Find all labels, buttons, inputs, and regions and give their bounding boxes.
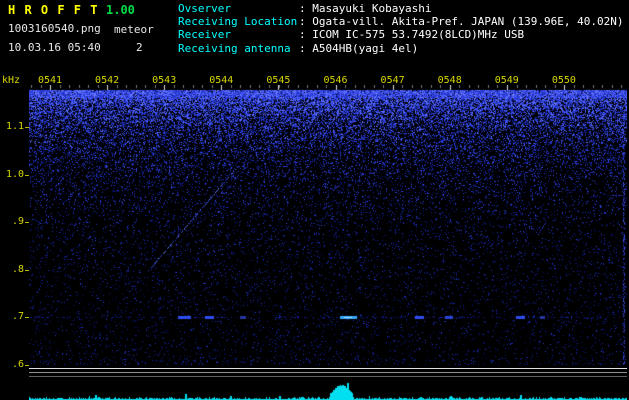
observation-datetime: 10.03.16 05:40 — [8, 41, 101, 54]
station-info-label: Ovserver — [178, 2, 231, 15]
station-info-row: Ovserver : Masayuki Kobayashi — [178, 2, 624, 15]
amplitude-canvas — [29, 381, 627, 400]
station-info: Ovserver : Masayuki Kobayashi Receiving Lo… — [178, 2, 624, 55]
freq-label: .6 — [11, 359, 24, 370]
freq-label: .7 — [11, 311, 24, 323]
station-info-value: : ICOM IC-575 53.7492(8LCD)MHz USB — [299, 28, 525, 42]
station-info-label: Receiving Location — [178, 15, 298, 29]
freq-label: .8 — [11, 263, 24, 275]
station-info-value: : A504HB(yagi 4el) — [299, 41, 419, 55]
app-title: H R O F F T — [8, 3, 99, 17]
station-info-label: Receiver — [178, 28, 231, 42]
hrofft-output: H R O F F T 1.00 1003160540.png meteor 1… — [0, 0, 629, 400]
freq-axis-unit: kHz — [2, 75, 21, 86]
freq-label: 1.1 — [5, 121, 24, 132]
long-echo-line — [29, 376, 627, 377]
freq-label: 1.0 — [5, 168, 24, 180]
app-version: 1.00 — [106, 3, 135, 17]
long-echo-strip — [29, 366, 627, 381]
spectrogram-canvas — [29, 85, 627, 365]
station-info-value: : Ogata-vill. Akita-Pref. JAPAN (139.96E… — [299, 15, 624, 29]
echo-count: 2 — [136, 41, 143, 54]
freq-label: .9 — [11, 216, 24, 228]
station-info-row: Receiver : ICOM IC-575 53.7492(8LCD)MHz U… — [178, 28, 624, 41]
station-info-label: Receiving antenna — [178, 41, 291, 55]
station-info-row: Receiving Location: Ogata-vill. Akita-Pr… — [178, 15, 624, 28]
long-echo-line — [29, 368, 627, 369]
station-info-value: : Masayuki Kobayashi — [299, 2, 432, 15]
mode-label: meteor — [114, 23, 154, 36]
output-filename: 1003160540.png — [8, 22, 101, 35]
station-info-row: Receiving antenna : A504HB(yagi 4el) — [178, 42, 624, 55]
long-echo-line — [29, 372, 627, 373]
